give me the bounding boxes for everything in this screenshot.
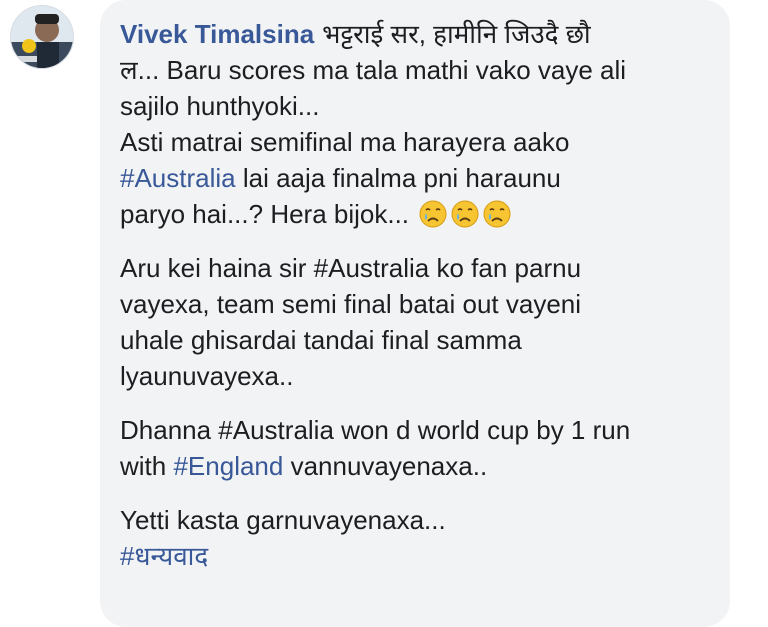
- comment-text: lai aaja finalma pni haraunu: [235, 163, 561, 193]
- comment-line: Dhanna #Australia won d world cup by 1 r…: [120, 415, 631, 445]
- comment-paragraph-2: Aru kei haina sir #Australia ko fan parn…: [120, 250, 710, 394]
- comment-line: Yetti kasta garnuvayenaxa...: [120, 505, 446, 535]
- crying-face-icon: [450, 199, 480, 229]
- crying-face-icon: [482, 199, 512, 229]
- comment-line: vayexa, team semi final batai out vayeni: [120, 289, 582, 319]
- comment-line-6: paryo hai...? Hera bijok...: [120, 196, 710, 232]
- comment-paragraph-4: Yetti kasta garnuvayenaxa... #धन्यवाद: [120, 502, 710, 574]
- comment-line-3: sajilo hunthyoki...: [120, 91, 320, 121]
- comment-paragraph-3: Dhanna #Australia won d world cup by 1 r…: [120, 412, 710, 484]
- comment-bubble: Vivek Timalsina भट्टराई सर, हामीनि जिउदै …: [100, 0, 730, 627]
- comment-line: Aru kei haina sir #Australia ko fan parn…: [120, 253, 582, 283]
- comment-line: lyaunuvayexa..: [120, 361, 294, 391]
- comment-line-1: Vivek Timalsina भट्टराई सर, हामीनि जिउदै …: [120, 16, 710, 52]
- comment-author-link[interactable]: Vivek Timalsina: [120, 19, 314, 49]
- crying-face-icon: [418, 199, 448, 229]
- comment-line: with #England vannuvayenaxa..: [120, 448, 710, 484]
- comment-line-5: #Australia lai aaja finalma pni haraunu: [120, 160, 710, 196]
- comment-line-4: Asti matrai semifinal ma harayera aako: [120, 127, 570, 157]
- comment-line: uhale ghisardai tandai final samma: [120, 325, 522, 355]
- comment-text: with: [120, 451, 174, 481]
- hashtag-england-link[interactable]: #England: [173, 451, 283, 481]
- comment-line-2: ल... Baru scores ma tala mathi vako vaye…: [120, 55, 627, 85]
- hashtag-dhanyabad-link[interactable]: #धन्यवाद: [120, 541, 208, 571]
- hashtag-australia-link[interactable]: #Australia: [120, 163, 236, 193]
- avatar[interactable]: [10, 5, 74, 69]
- comment-text: vannuvayenaxa..: [283, 451, 488, 481]
- comment-text: paryo hai...? Hera bijok...: [120, 199, 410, 229]
- comment-line: #धन्यवाद: [120, 538, 710, 574]
- comment-text: भट्टराई सर, हामीनि जिउदै छौ: [322, 19, 591, 49]
